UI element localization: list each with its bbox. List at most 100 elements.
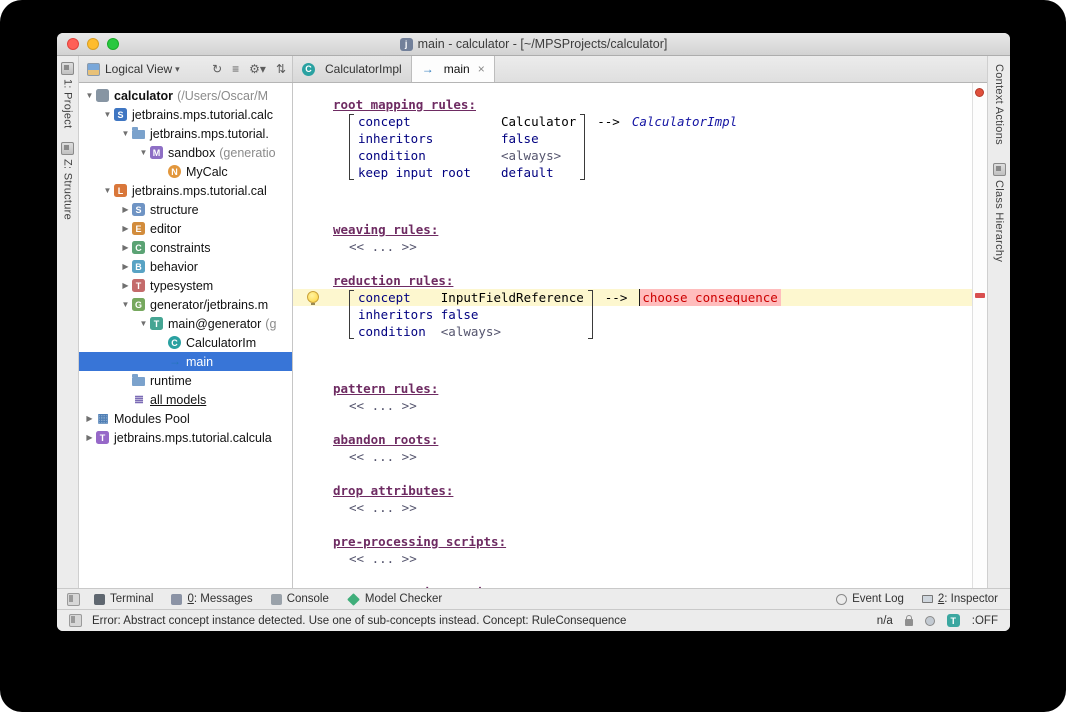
scroll-to-node-icon[interactable]: ⇅ xyxy=(276,62,286,76)
placeholder-cell[interactable]: << ... >> xyxy=(349,397,972,414)
tree-item-all models[interactable]: ≣all models xyxy=(79,390,292,409)
tree-expand-icon[interactable]: ▶ xyxy=(119,224,132,233)
toolwindow-button-messages[interactable]: 0: Messages xyxy=(171,593,252,605)
toolwindow-button-structure[interactable]: Z: Structure xyxy=(61,142,74,220)
toolwindow-button-context-actions[interactable]: Context Actions xyxy=(993,64,1005,145)
close-window-button[interactable] xyxy=(67,38,79,50)
tree-expand-icon[interactable]: ▶ xyxy=(119,205,132,214)
toolwindow-button-event-log[interactable]: Event Log xyxy=(836,593,904,605)
error-stripe[interactable] xyxy=(972,83,987,588)
error-indicator-icon[interactable] xyxy=(975,88,984,97)
section-title[interactable]: abandon roots: xyxy=(333,431,972,448)
view-selector[interactable]: Logical View xyxy=(105,62,172,76)
tree-expand-icon[interactable]: ▼ xyxy=(137,148,150,157)
rule-property-key[interactable]: inheritors xyxy=(358,130,501,147)
chevron-down-icon[interactable]: ▾ xyxy=(175,64,180,75)
tree-item-structure[interactable]: ▶Sstructure xyxy=(79,200,292,219)
rule-property-value[interactable]: InputFieldReference xyxy=(441,289,584,306)
tree-expand-icon[interactable]: ▶ xyxy=(119,281,132,290)
tree-item-jetbrains.mps.tutorial.calcula[interactable]: ▶Tjetbrains.mps.tutorial.calcula xyxy=(79,428,292,447)
editor-pane[interactable]: root mapping rules:conceptCalculatorinhe… xyxy=(293,83,987,588)
tree-expand-icon[interactable]: ▼ xyxy=(119,300,132,309)
rule-property-value[interactable]: false xyxy=(441,306,584,323)
rule-block[interactable]: conceptInputFieldReferenceinheritorsfals… xyxy=(333,289,972,340)
tree-expand-icon[interactable]: ▶ xyxy=(119,262,132,271)
tab-close-icon[interactable]: × xyxy=(478,62,485,76)
rule-property-value[interactable]: <always> xyxy=(501,147,576,164)
toolwindow-button-terminal[interactable]: Terminal xyxy=(94,593,153,605)
section-title[interactable]: reduction rules: xyxy=(333,272,972,289)
toolwindow-button-console[interactable]: Console xyxy=(271,593,329,605)
toolwindow-button-model-checker[interactable]: Model Checker xyxy=(347,593,442,605)
tree-expand-icon[interactable]: ▶ xyxy=(83,433,96,442)
tree-item-calculator[interactable]: ▼calculator(/Users/Oscar/M xyxy=(79,86,292,105)
rule-property-value[interactable]: Calculator xyxy=(501,113,576,130)
tree-item-generator/jetbrains.m[interactable]: ▼Ggenerator/jetbrains.m xyxy=(79,295,292,314)
tree-item-sandbox[interactable]: ▼Msandbox(generatio xyxy=(79,143,292,162)
rule-property-key[interactable]: keep input root xyxy=(358,164,501,181)
tree-item-jetbrains.mps.tutorial.[interactable]: ▼jetbrains.mps.tutorial. xyxy=(79,124,292,143)
section-title[interactable]: pattern rules: xyxy=(333,380,972,397)
rule-property-key[interactable]: concept xyxy=(358,113,501,130)
tree-item-jetbrains.mps.tutorial.calc[interactable]: ▼Sjetbrains.mps.tutorial.calc xyxy=(79,105,292,124)
tree-item-MyCalc[interactable]: NMyCalc xyxy=(79,162,292,181)
tree-expand-icon[interactable]: ▶ xyxy=(83,414,96,423)
rule-property-value[interactable]: false xyxy=(501,130,576,147)
lock-icon[interactable] xyxy=(905,619,913,626)
zoom-window-button[interactable] xyxy=(107,38,119,50)
rule-property-key[interactable]: condition xyxy=(358,323,441,340)
section-title[interactable]: root mapping rules: xyxy=(333,96,972,113)
tree-item-main@generator[interactable]: ▼Tmain@generator(g xyxy=(79,314,292,333)
rule-property-value[interactable]: default xyxy=(501,164,576,181)
intention-bulb-icon[interactable] xyxy=(307,291,319,303)
tree-item-runtime[interactable]: runtime xyxy=(79,371,292,390)
tree-item-CalculatorIm[interactable]: CCalculatorIm xyxy=(79,333,292,352)
tree-expand-icon[interactable]: ▼ xyxy=(101,110,114,119)
editor-content[interactable]: root mapping rules:conceptCalculatorinhe… xyxy=(293,83,972,588)
rule-consequence[interactable]: CalculatorImpl xyxy=(632,113,737,130)
toolwindow-button-project[interactable]: 1: Project xyxy=(61,62,74,128)
section-title[interactable]: weaving rules: xyxy=(333,221,972,238)
tree-item-constraints[interactable]: ▶Cconstraints xyxy=(79,238,292,257)
placeholder-cell[interactable]: << ... >> xyxy=(349,448,972,465)
section-title[interactable]: drop attributes: xyxy=(333,482,972,499)
tree-item-jetbrains.mps.tutorial.cal[interactable]: ▼Ljetbrains.mps.tutorial.cal xyxy=(79,181,292,200)
placeholder-cell[interactable]: << ... >> xyxy=(349,238,972,255)
tree-item-editor[interactable]: ▶Eeditor xyxy=(79,219,292,238)
typesystem-badge-icon[interactable]: T xyxy=(947,614,960,627)
collapse-all-icon[interactable]: ≡ xyxy=(232,62,239,76)
toolwindow-button-class-hierarchy[interactable]: Class Hierarchy xyxy=(993,163,1006,262)
tree-item-behavior[interactable]: ▶Bbehavior xyxy=(79,257,292,276)
tab-CalculatorImpl[interactable]: CCalculatorImpl xyxy=(293,56,412,82)
placeholder-cell[interactable]: << ... >> xyxy=(349,499,972,516)
rule-property-key[interactable]: concept xyxy=(358,289,441,306)
error-stripe-mark[interactable] xyxy=(975,293,985,298)
tree-expand-icon[interactable]: ▶ xyxy=(119,243,132,252)
tree-item-typesystem[interactable]: ▶Ttypesystem xyxy=(79,276,292,295)
section-title[interactable]: pre-processing scripts: xyxy=(333,533,972,550)
minimize-window-button[interactable] xyxy=(87,38,99,50)
toolwindow-toggle-icon[interactable] xyxy=(69,614,82,627)
project-tree: ▼calculator(/Users/Oscar/M▼Sjetbrains.mp… xyxy=(79,83,293,588)
settings-icon[interactable]: ⚙▾ xyxy=(249,62,266,76)
window-titlebar[interactable]: j main - calculator - [~/MPSProjects/cal… xyxy=(57,33,1010,56)
tree-expand-icon[interactable]: ▼ xyxy=(137,319,150,328)
tree-item-main[interactable]: →main xyxy=(79,352,292,371)
tree-expand-icon[interactable]: ▼ xyxy=(83,91,96,100)
toolwindow-button-inspector[interactable]: 2: Inspector xyxy=(922,593,998,605)
section-title[interactable]: post-processing scripts: xyxy=(333,584,972,588)
rule-property-key[interactable]: condition xyxy=(358,147,501,164)
refresh-icon[interactable]: ↻ xyxy=(212,62,222,76)
rule-property-key[interactable]: inheritors xyxy=(358,306,441,323)
highlighting-level-icon[interactable] xyxy=(925,616,935,626)
caret-position[interactable]: n/a xyxy=(877,615,893,627)
rule-property-value[interactable]: <always> xyxy=(441,323,584,340)
tree-expand-icon[interactable]: ▼ xyxy=(119,129,132,138)
rule-block[interactable]: conceptCalculatorinheritorsfalseconditio… xyxy=(333,113,972,181)
stripe-toggle-icon[interactable] xyxy=(67,593,80,606)
rule-consequence[interactable]: choose consequence xyxy=(639,289,780,306)
tree-expand-icon[interactable]: ▼ xyxy=(101,186,114,195)
tab-main[interactable]: →main× xyxy=(412,56,495,82)
placeholder-cell[interactable]: << ... >> xyxy=(349,550,972,567)
tree-item-Modules Pool[interactable]: ▶▦Modules Pool xyxy=(79,409,292,428)
